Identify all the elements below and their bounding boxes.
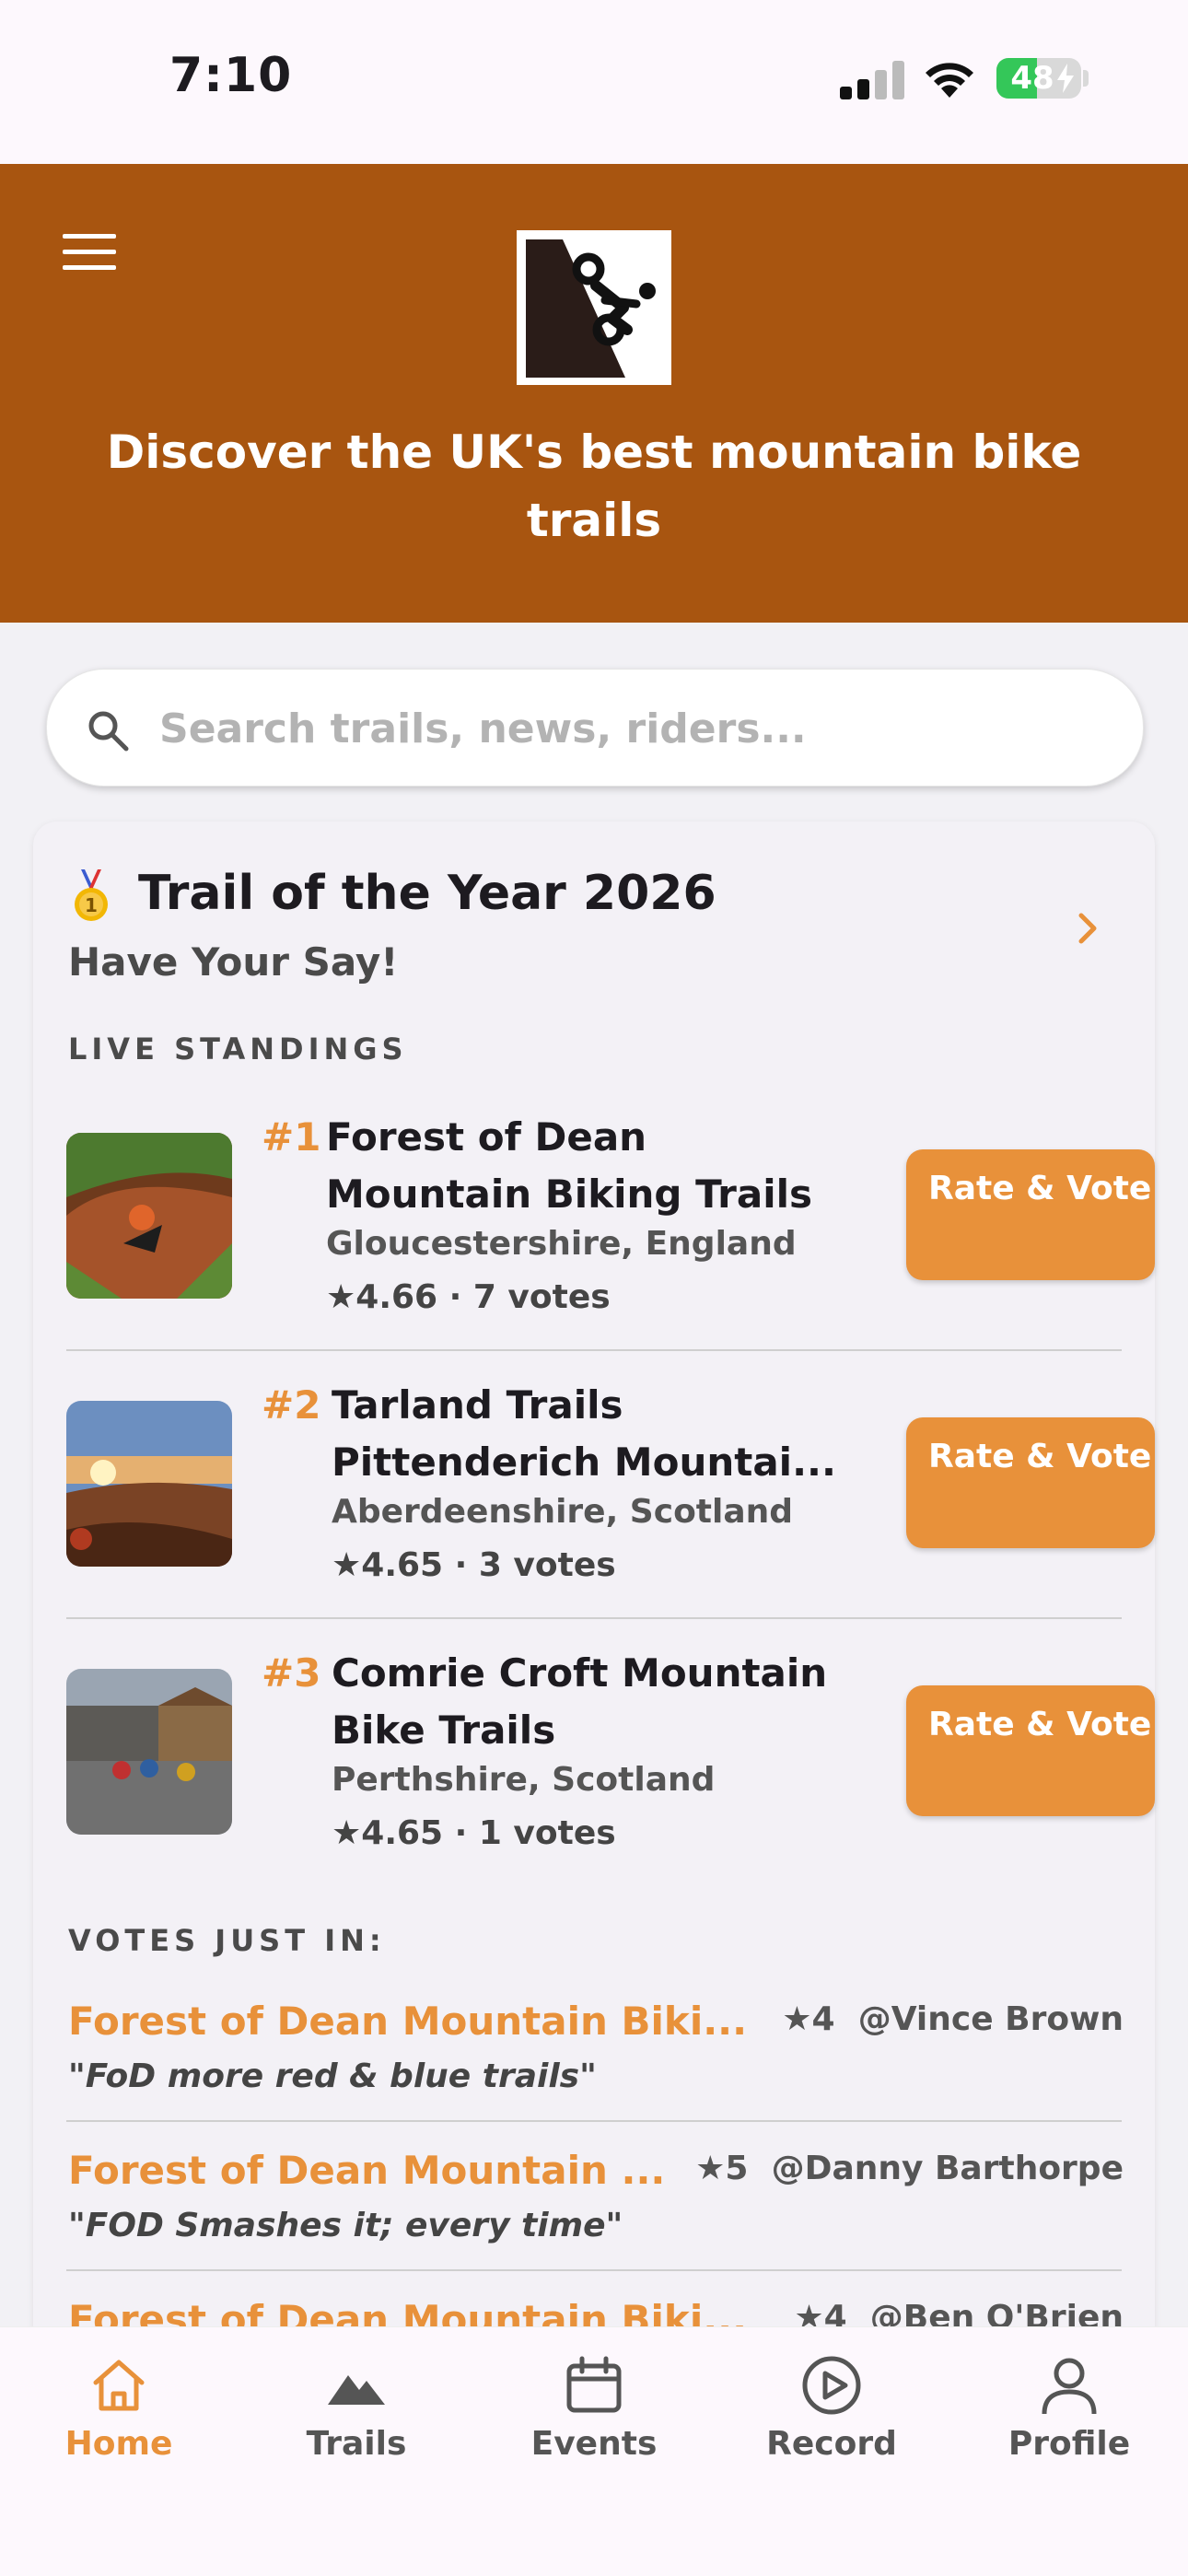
trail-thumbnail (66, 1401, 232, 1567)
star-icon: ★ (782, 2000, 812, 2038)
hamburger-menu-icon[interactable] (63, 234, 116, 271)
trail-location: Aberdeenshire, Scotland (332, 1493, 794, 1531)
trail-name[interactable]: Comrie Croft Mountain Bike Trails (332, 1645, 847, 1759)
status-time: 7:10 (169, 48, 293, 103)
standing-row[interactable]: #2 Tarland Trails Pittenderich Mountai...… (66, 1366, 1155, 1633)
trail-rating: ★4.65 · 1 votes (332, 1814, 616, 1852)
bottom-nav: Home Trails Events Record Profile (0, 2326, 1188, 2576)
vote-trail-name[interactable]: Forest of Dean Mountain ... (68, 2148, 665, 2193)
trail-stats: 4.65 · 3 votes (361, 1546, 616, 1584)
nav-label: Record (766, 2425, 897, 2463)
card-title[interactable]: Trail of the Year 2026 (138, 866, 716, 921)
search-bar[interactable] (46, 669, 1144, 787)
search-input[interactable] (157, 670, 1101, 787)
divider (66, 2120, 1122, 2122)
nav-profile[interactable]: Profile (950, 2353, 1188, 2463)
vote-comment: "FOD Smashes it; every time" (68, 2207, 623, 2244)
svg-text:1: 1 (85, 894, 98, 916)
nav-events[interactable]: Events (475, 2353, 713, 2463)
rank-label: #3 (262, 1650, 321, 1696)
battery-icon: 48 (996, 58, 1081, 99)
standing-row[interactable]: #3 Comrie Croft Mountain Bike Trails Per… (66, 1634, 1155, 1901)
nav-label: Events (530, 2425, 658, 2463)
medal-icon: 1 (75, 869, 108, 921)
trail-location: Gloucestershire, England (326, 1225, 797, 1263)
hero-title: Discover the UK's best mountain bike tra… (106, 425, 1082, 547)
nav-record[interactable]: Record (713, 2353, 950, 2463)
votes-just-in-label: VOTES JUST IN: (68, 1923, 386, 1958)
vote-meta: ★5 @Danny Barthorpe (695, 2150, 1124, 2187)
cellular-signal-icon (840, 61, 906, 99)
divider (66, 1349, 1122, 1351)
star-icon: ★ (326, 1278, 356, 1316)
vote-trail-name[interactable]: Forest of Dean Mountain Biki... (68, 1999, 747, 2044)
trail-stats: 4.65 · 1 votes (361, 1814, 616, 1852)
trail-rating: ★4.65 · 3 votes (332, 1546, 616, 1584)
calendar-icon (566, 2356, 622, 2413)
nav-label: Home (64, 2425, 173, 2463)
search-icon (88, 711, 129, 752)
star-icon: ★ (695, 2150, 726, 2187)
mountain-icon (328, 2375, 385, 2405)
divider (66, 1617, 1122, 1619)
nav-trails[interactable]: Trails (238, 2353, 475, 2463)
person-icon (1042, 2358, 1097, 2415)
wifi-icon (926, 63, 973, 98)
nav-home[interactable]: Home (0, 2353, 238, 2463)
trail-rating: ★4.66 · 7 votes (326, 1278, 611, 1316)
battery-tip (1083, 70, 1089, 87)
status-bar: 7:10 48 (0, 0, 1188, 164)
trail-of-year-card: 1 Trail of the Year 2026 Have Your Say! … (33, 822, 1155, 2553)
rank-label: #2 (262, 1382, 321, 1428)
charging-bolt-icon (1057, 64, 1074, 93)
trail-thumbnail (66, 1669, 232, 1835)
vote-rating: 4 (811, 2000, 835, 2038)
mountain-bike-logo-icon (517, 230, 671, 385)
trail-stats: 4.66 · 7 votes (355, 1278, 611, 1316)
rate-vote-button[interactable]: Rate & Vote (906, 1417, 1155, 1548)
trail-location: Perthshire, Scotland (332, 1761, 716, 1799)
star-icon: ★ (332, 1546, 362, 1584)
nav-label: Trails (306, 2425, 407, 2463)
card-subtitle: Have Your Say! (68, 939, 399, 985)
chevron-right-icon[interactable] (1074, 910, 1101, 947)
trail-name[interactable]: Forest of Dean Mountain Biking Trails (326, 1109, 842, 1223)
vote-item[interactable]: Forest of Dean Mountain Biki... ★4 @Vinc… (68, 1999, 1124, 2137)
vote-meta: ★4 @Vince Brown (782, 2000, 1124, 2038)
vote-rating: 5 (725, 2150, 749, 2187)
rank-label: #1 (262, 1114, 321, 1160)
play-circle-icon (802, 2356, 861, 2415)
trail-name[interactable]: Tarland Trails Pittenderich Mountai... (332, 1377, 847, 1491)
rate-vote-button[interactable]: Rate & Vote (906, 1149, 1155, 1280)
vote-user[interactable]: @Vince Brown (858, 2000, 1124, 2038)
app-header: Discover the UK's best mountain bike tra… (0, 164, 1188, 623)
vote-comment: "FoD more red & blue trails" (68, 2057, 597, 2095)
vote-user[interactable]: @Danny Barthorpe (772, 2150, 1124, 2187)
rate-vote-button[interactable]: Rate & Vote (906, 1685, 1155, 1816)
standing-row[interactable]: #1 Forest of Dean Mountain Biking Trails… (66, 1098, 1155, 1365)
star-icon: ★ (332, 1814, 362, 1852)
trail-thumbnail (66, 1133, 232, 1299)
divider (66, 2269, 1122, 2271)
nav-label: Profile (1007, 2425, 1131, 2463)
home-icon (93, 2360, 145, 2411)
live-standings-label: LIVE STANDINGS (68, 1032, 408, 1067)
vote-item[interactable]: Forest of Dean Mountain ... ★5 @Danny Ba… (68, 2148, 1124, 2286)
